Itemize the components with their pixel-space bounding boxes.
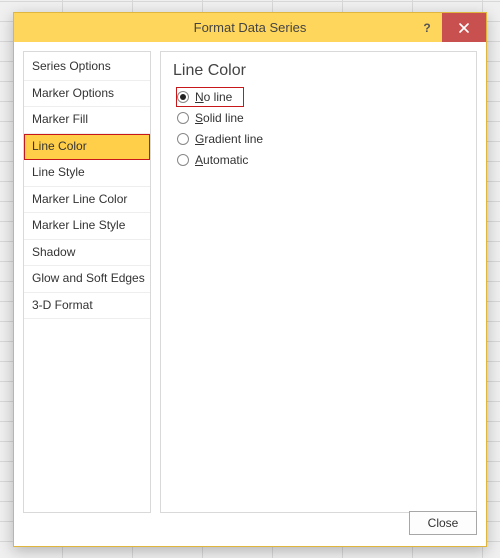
format-data-series-dialog: Format Data Series ? Series Options Marke… [13, 12, 487, 547]
radio-option-no-line[interactable]: No line [177, 88, 243, 106]
radio-icon [177, 133, 189, 145]
radio-icon [177, 91, 189, 103]
sidebar-item-series-options[interactable]: Series Options [24, 54, 150, 81]
help-icon: ? [423, 21, 430, 35]
radio-icon [177, 112, 189, 124]
title-bar-controls: ? [412, 13, 486, 42]
sidebar-item-glow-and-soft-edges[interactable]: Glow and Soft Edges [24, 266, 150, 293]
stage: Format Data Series ? Series Options Marke… [0, 0, 500, 558]
close-button[interactable] [442, 13, 486, 42]
sidebar-item-marker-options[interactable]: Marker Options [24, 81, 150, 108]
title-bar[interactable]: Format Data Series ? [14, 13, 486, 42]
radio-option-gradient-line[interactable]: Gradient line [177, 130, 464, 148]
help-button[interactable]: ? [412, 13, 442, 42]
sidebar-item-label: Marker Line Style [32, 218, 125, 232]
option-label: No line [195, 90, 232, 104]
line-color-options: No line Solid line Gradient line Automatic [173, 88, 464, 169]
content-pane: Line Color No line Solid line Gradient lin… [160, 51, 477, 513]
sidebar-item-3-d-format[interactable]: 3-D Format [24, 293, 150, 320]
sidebar-item-label: Glow and Soft Edges [32, 271, 145, 285]
option-label: Automatic [195, 153, 248, 167]
sidebar-item-label: Series Options [32, 59, 111, 73]
close-dialog-button[interactable]: Close [409, 511, 477, 535]
close-icon [458, 22, 470, 34]
section-heading: Line Color [173, 62, 464, 80]
sidebar-item-marker-line-style[interactable]: Marker Line Style [24, 213, 150, 240]
sidebar-item-shadow[interactable]: Shadow [24, 240, 150, 267]
sidebar-item-line-style[interactable]: Line Style [24, 160, 150, 187]
dialog-body: Series Options Marker Options Marker Fill L… [14, 42, 486, 546]
option-label: Solid line [195, 111, 244, 125]
sidebar-item-label: Line Style [32, 165, 85, 179]
sidebar-item-marker-line-color[interactable]: Marker Line Color [24, 187, 150, 214]
option-label: Gradient line [195, 132, 263, 146]
sidebar-item-label: 3-D Format [32, 298, 93, 312]
category-sidebar: Series Options Marker Options Marker Fill L… [23, 51, 151, 513]
radio-option-automatic[interactable]: Automatic [177, 151, 464, 169]
sidebar-item-label: Line Color [32, 139, 87, 153]
close-dialog-label: Close [428, 516, 459, 530]
columns: Series Options Marker Options Marker Fill L… [23, 51, 477, 513]
sidebar-item-label: Marker Fill [32, 112, 88, 126]
radio-option-solid-line[interactable]: Solid line [177, 109, 464, 127]
sidebar-item-label: Marker Line Color [32, 192, 127, 206]
sidebar-item-marker-fill[interactable]: Marker Fill [24, 107, 150, 134]
radio-icon [177, 154, 189, 166]
sidebar-item-label: Shadow [32, 245, 75, 259]
sidebar-item-line-color[interactable]: Line Color [24, 134, 150, 161]
sidebar-item-label: Marker Options [32, 86, 114, 100]
dialog-footer: Close [23, 509, 477, 537]
